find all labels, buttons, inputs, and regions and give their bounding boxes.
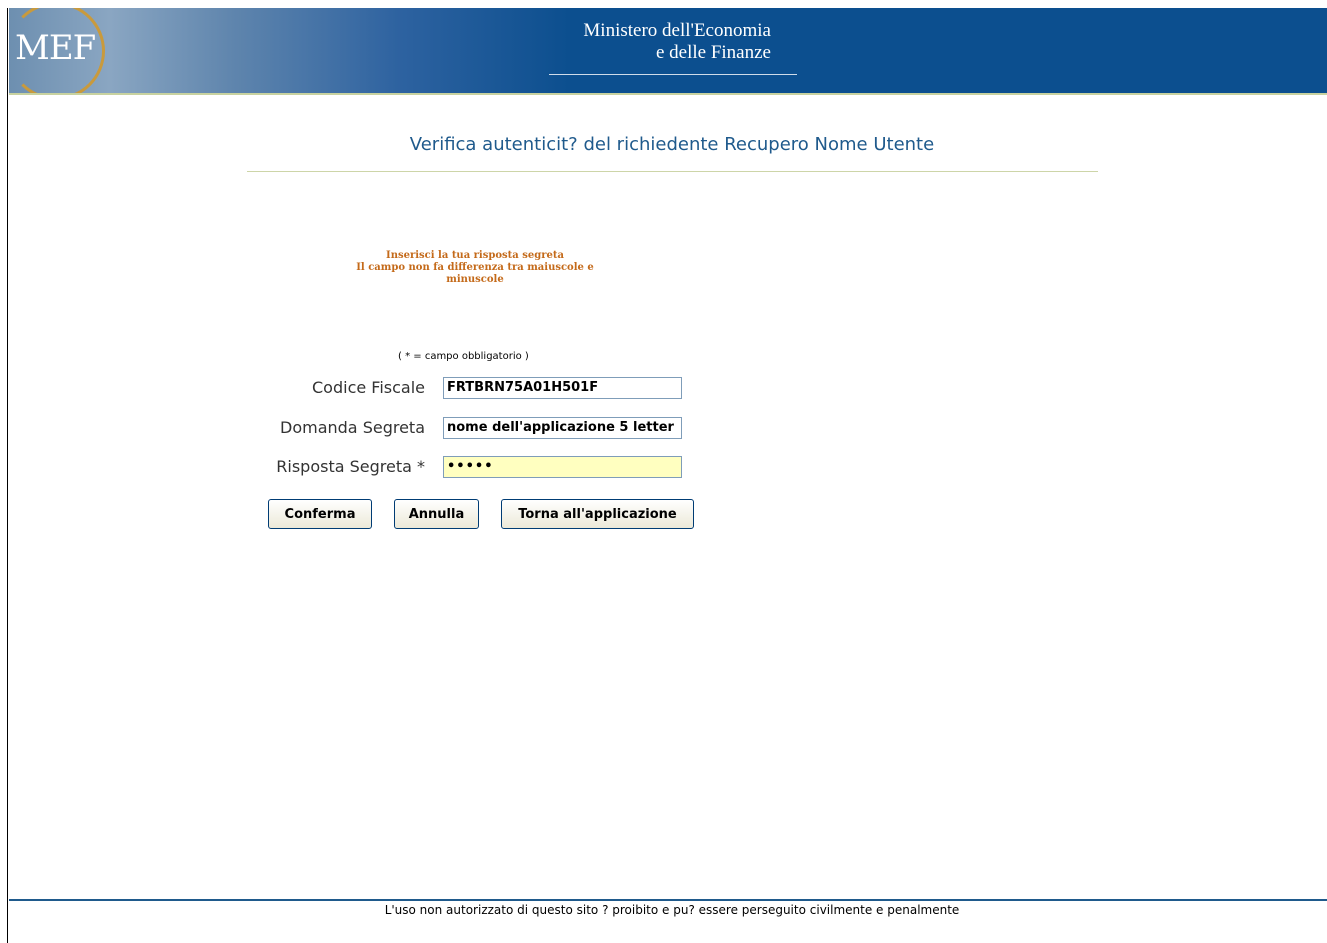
cancel-button[interactable]: Annulla xyxy=(394,499,479,529)
title-divider xyxy=(247,171,1098,172)
ministry-name-line2: e delle Finanze xyxy=(655,42,771,63)
window-top-edge xyxy=(0,0,1327,8)
ministry-name-line1: Ministero dell'Economia xyxy=(583,20,771,41)
footer-disclaimer: L'uso non autorizzato di questo sito ? p… xyxy=(384,903,960,917)
ministry-underline xyxy=(549,74,797,75)
domanda-segreta-label: Domanda Segreta xyxy=(280,418,425,437)
domanda-segreta-input[interactable]: nome dell'applicazione 5 letter xyxy=(443,417,682,439)
confirm-button[interactable]: Conferma xyxy=(268,499,372,529)
required-field-note: ( * = campo obbligatorio ) xyxy=(398,351,529,362)
header-bottom-rule xyxy=(9,93,1327,95)
mef-logo: MEF xyxy=(15,28,96,68)
site-header: MEF Ministero dell'Economia e delle Fina… xyxy=(9,8,1327,94)
footer-divider xyxy=(9,899,1327,901)
risposta-segreta-label: Risposta Segreta * xyxy=(276,457,425,476)
instruction-text: Inserisci la tua risposta segreta Il cam… xyxy=(325,250,625,286)
instruction-line3: minuscole xyxy=(446,274,504,285)
codice-fiscale-label: Codice Fiscale xyxy=(312,378,425,397)
instruction-line2: Il campo non fa differenza tra maiuscole… xyxy=(356,262,594,273)
risposta-segreta-password-input[interactable]: ••••• xyxy=(443,456,682,478)
ministry-name: Ministero dell'Economia e delle Finanze xyxy=(549,20,771,64)
back-to-application-button[interactable]: Torna all'applicazione xyxy=(501,499,694,529)
page-title: Verifica autenticit? del richiedente Rec… xyxy=(409,134,935,155)
codice-fiscale-input[interactable]: FRTBRN75A01H501F xyxy=(443,377,682,399)
instruction-line1: Inserisci la tua risposta segreta xyxy=(386,250,564,261)
